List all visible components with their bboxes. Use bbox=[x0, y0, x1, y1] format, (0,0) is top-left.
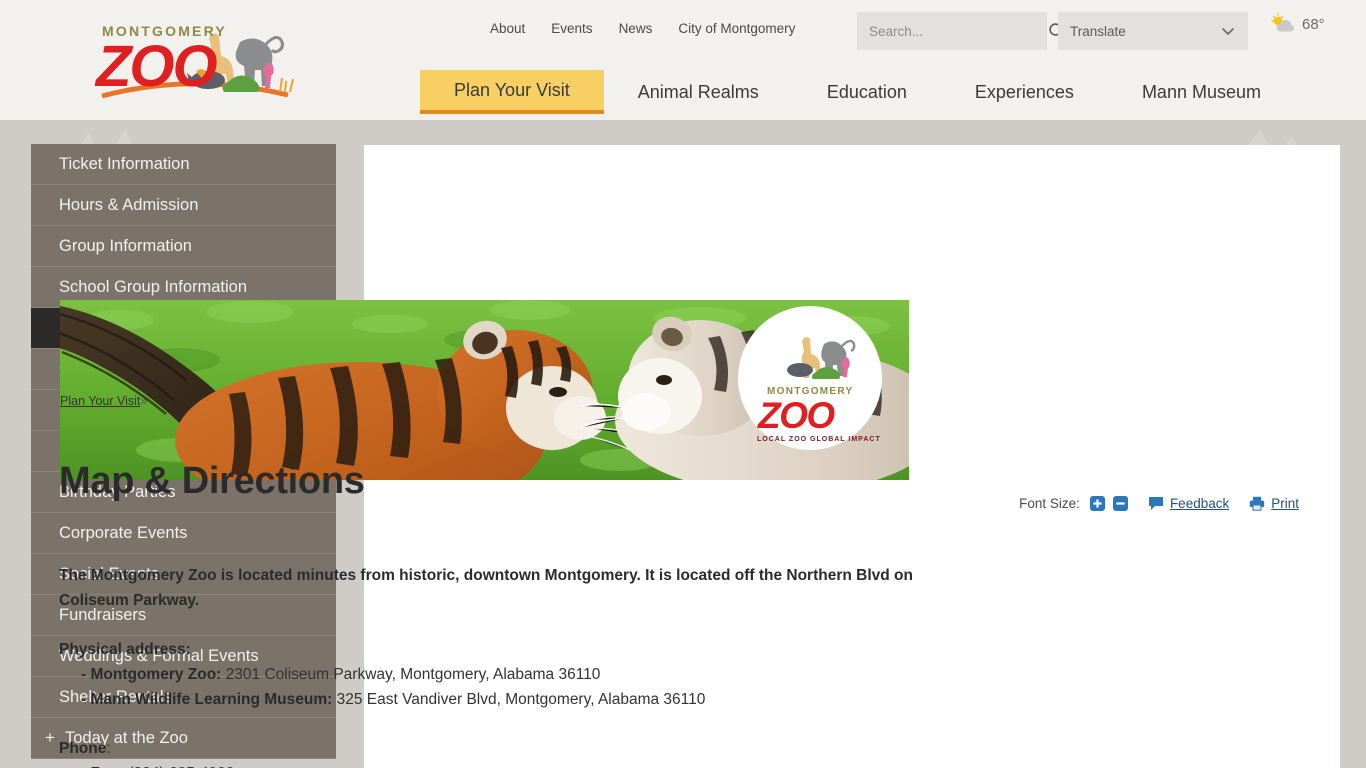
font-size-label: Font Size: bbox=[1019, 496, 1080, 511]
utility-nav-item-city-of-montgomery[interactable]: City of Montgomery bbox=[678, 21, 795, 36]
weather-widget[interactable]: 68° bbox=[1270, 12, 1325, 36]
svg-text:LOCAL ZOO GLOBAL IMPACT: LOCAL ZOO GLOBAL IMPACT bbox=[757, 436, 881, 443]
address-heading: Physical address: bbox=[59, 641, 191, 658]
search-box[interactable] bbox=[857, 12, 1066, 50]
intro-text: The Montgomery Zoo is located minutes fr… bbox=[59, 567, 913, 609]
translate-label: Translate bbox=[1070, 23, 1126, 39]
utility-nav: About Events News City of Montgomery bbox=[490, 21, 795, 36]
sidebar-item-hours-admission[interactable]: Hours & Admission bbox=[31, 185, 336, 226]
print-label: Print bbox=[1271, 496, 1299, 511]
page-background: Ticket Information Hours & Admission Gro… bbox=[0, 120, 1366, 768]
address-value: 2301 Coliseum Parkway, Montgomery, Alaba… bbox=[221, 666, 601, 683]
printer-icon bbox=[1249, 496, 1265, 511]
banner-image: MONTGOMERY ZOO LOCAL ZOO GLOBAL IMPACT bbox=[60, 300, 909, 480]
utility-nav-item-events[interactable]: Events bbox=[551, 21, 592, 36]
search-input[interactable] bbox=[867, 22, 1048, 40]
page-tools: Font Size: Feedback Print bbox=[1019, 496, 1299, 511]
intro-paragraph: The Montgomery Zoo is located minutes fr… bbox=[59, 563, 919, 613]
address-value: 325 East Vandiver Blvd, Montgomery, Alab… bbox=[332, 691, 706, 708]
print-link[interactable]: Print bbox=[1249, 496, 1299, 511]
chevron-down-icon bbox=[1220, 23, 1236, 39]
feedback-label: Feedback bbox=[1169, 496, 1230, 511]
address-row: - Mann Wildlife Learning Museum: 325 Eas… bbox=[59, 691, 705, 708]
nav-item-mann-museum[interactable]: Mann Museum bbox=[1108, 70, 1295, 114]
phone-heading: Phone bbox=[59, 740, 107, 757]
breadcrumb-link-plan-your-visit[interactable]: Plan Your Visit bbox=[60, 394, 140, 408]
address-name: - Mann Wildlife Learning Museum: bbox=[81, 691, 333, 708]
phone-heading-suffix: : bbox=[106, 740, 111, 757]
sidebar-item-ticket-information[interactable]: Ticket Information bbox=[31, 144, 336, 185]
page-body-content: The Montgomery Zoo is located minutes fr… bbox=[59, 563, 919, 768]
nav-item-experiences[interactable]: Experiences bbox=[941, 70, 1108, 114]
translate-dropdown[interactable]: Translate bbox=[1058, 12, 1248, 50]
page-title: Map & Directions bbox=[59, 460, 365, 503]
site-logo[interactable]: MONTGOMERY ZOO bbox=[88, 16, 308, 104]
minus-icon bbox=[1116, 502, 1125, 505]
nav-item-animal-realms[interactable]: Animal Realms bbox=[604, 70, 793, 114]
breadcrumb: Plan Your Visit» bbox=[60, 394, 147, 408]
sidebar-item-corporate-events[interactable]: Corporate Events bbox=[31, 513, 336, 554]
font-size-decrease-button[interactable] bbox=[1112, 496, 1128, 511]
font-size-increase-button[interactable] bbox=[1089, 496, 1105, 511]
banner-logo-badge: MONTGOMERY ZOO LOCAL ZOO GLOBAL IMPACT bbox=[738, 306, 882, 450]
sun-behind-cloud-icon bbox=[1270, 12, 1298, 36]
svg-text:ZOO: ZOO bbox=[757, 395, 835, 436]
feedback-link[interactable]: Feedback bbox=[1148, 496, 1229, 511]
weather-temperature: 68° bbox=[1302, 15, 1325, 33]
utility-nav-item-about[interactable]: About bbox=[490, 21, 525, 36]
site-header: MONTGOMERY ZOO About Events News City of… bbox=[0, 0, 1366, 120]
phone-block: Phone: - Zoo: (334) 625-4900 bbox=[59, 736, 919, 768]
nav-item-education[interactable]: Education bbox=[793, 70, 941, 114]
address-block: Physical address: - Montgomery Zoo: 2301… bbox=[59, 637, 919, 712]
svg-text:ZOO: ZOO bbox=[94, 34, 218, 99]
utility-nav-item-news[interactable]: News bbox=[619, 21, 653, 36]
plus-icon bbox=[1093, 499, 1102, 508]
main-nav: Plan Your Visit Animal Realms Education … bbox=[420, 70, 1295, 114]
nav-item-plan-your-visit[interactable]: Plan Your Visit bbox=[420, 70, 604, 114]
sidebar-item-group-information[interactable]: Group Information bbox=[31, 226, 336, 267]
address-row: - Montgomery Zoo: 2301 Coliseum Parkway,… bbox=[59, 666, 600, 683]
breadcrumb-separator: » bbox=[140, 394, 148, 408]
address-name: - Montgomery Zoo: bbox=[81, 666, 222, 683]
speech-bubble-icon bbox=[1148, 496, 1164, 511]
